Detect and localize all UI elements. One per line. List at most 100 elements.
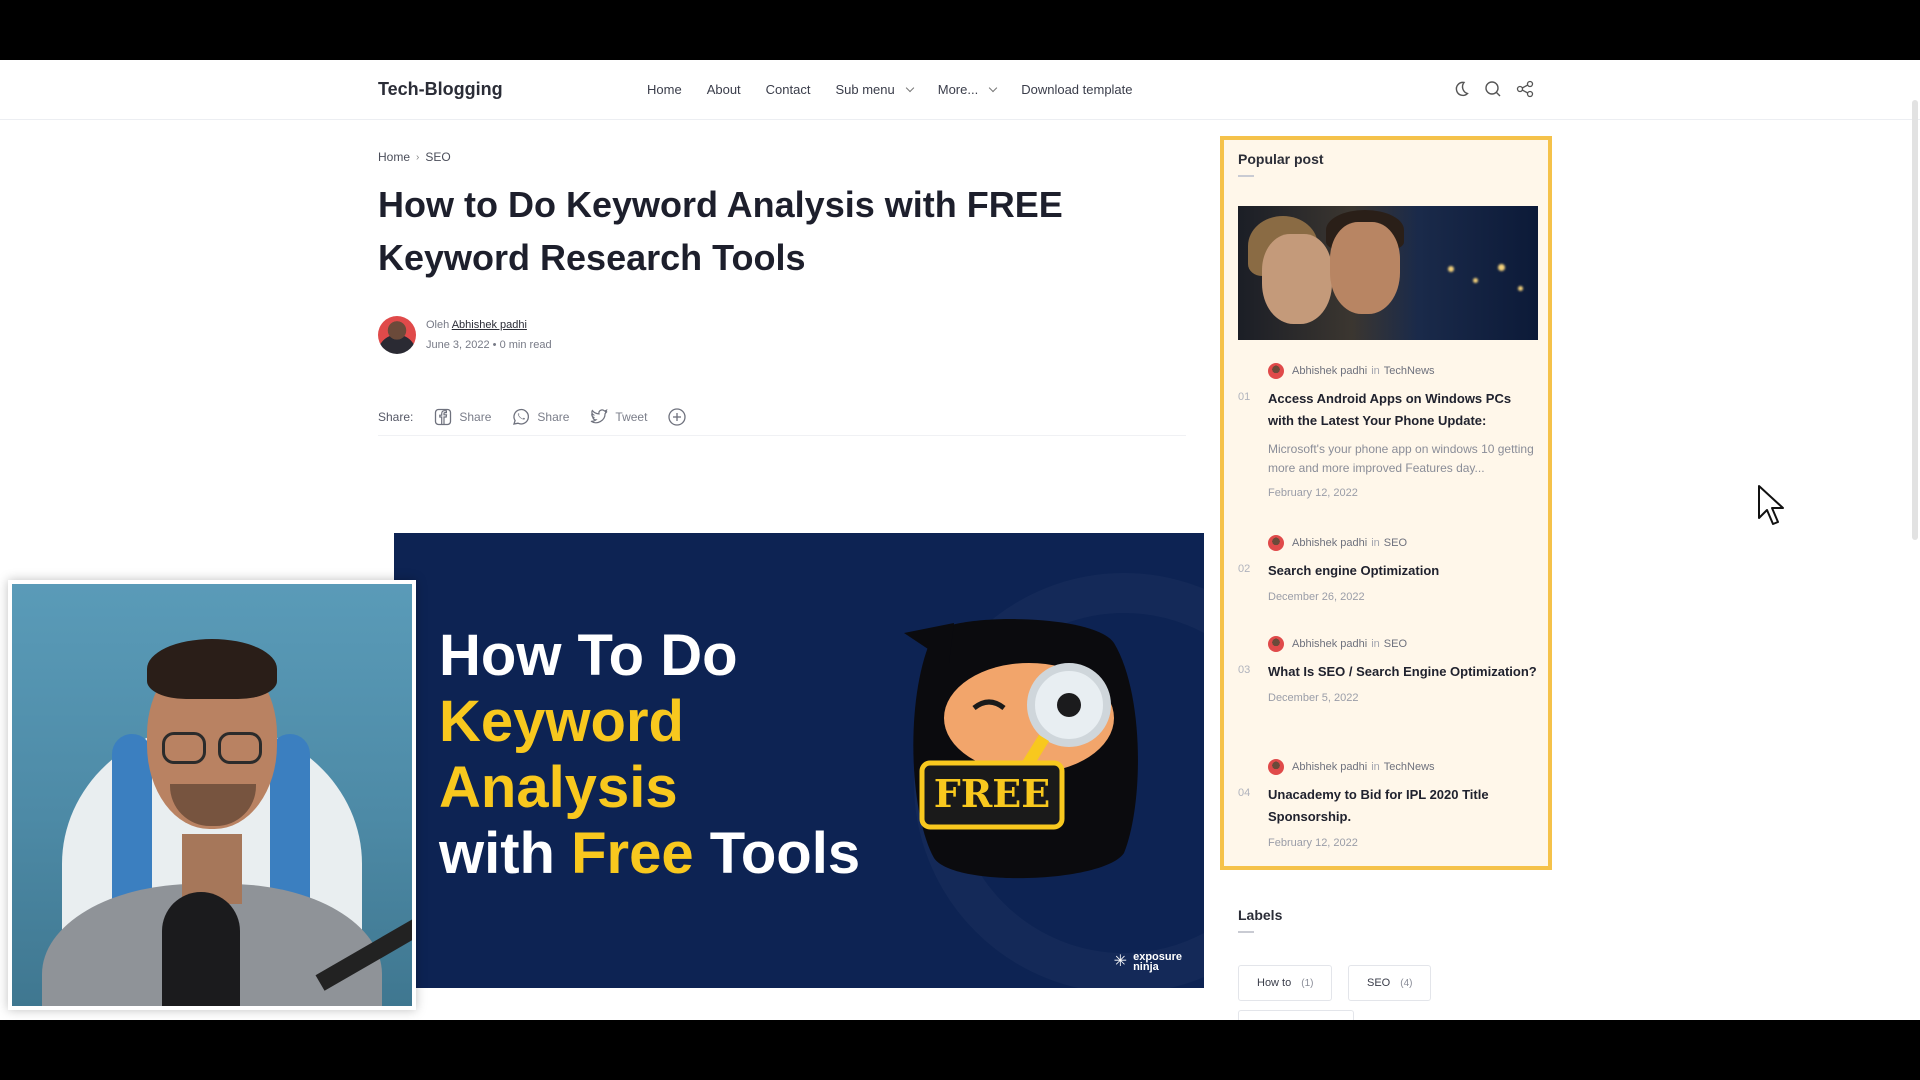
author-link[interactable]: Abhishek padhi bbox=[452, 319, 527, 331]
breadcrumb-home[interactable]: Home bbox=[378, 150, 410, 164]
post-author[interactable]: Abhishek padhi bbox=[1292, 638, 1367, 650]
label-count: (1) bbox=[1301, 977, 1314, 989]
hero-headline: How To Do Keyword Analysis with Free Too… bbox=[439, 623, 860, 887]
share-facebook-label: Share bbox=[459, 409, 492, 424]
popular-post-thumbnail[interactable] bbox=[1238, 206, 1538, 340]
page-scrollbar[interactable] bbox=[1912, 100, 1918, 540]
post-date: February 12, 2022 bbox=[1268, 837, 1358, 849]
author-block: Oleh Abhishek padhi June 3, 2022 • 0 min… bbox=[378, 315, 552, 355]
nav-about-label: About bbox=[706, 82, 741, 97]
post-body: Abhishek padhi in SEO What Is SEO / Search… bbox=[1268, 636, 1538, 704]
post-category[interactable]: SEO bbox=[1384, 537, 1407, 549]
article-title-line2: Keyword Research Tools bbox=[378, 237, 806, 278]
nav-download-template[interactable]: Download template bbox=[1021, 82, 1132, 97]
nav-contact-label: Contact bbox=[765, 82, 811, 97]
post-date: February 12, 2022 bbox=[1268, 487, 1358, 499]
nav-home[interactable]: Home bbox=[647, 82, 682, 97]
thumbnail-light bbox=[1518, 286, 1523, 291]
nav-download-label: Download template bbox=[1021, 82, 1133, 97]
avatar bbox=[1268, 759, 1284, 775]
label-name: SEO bbox=[1367, 977, 1391, 989]
breadcrumb-seo[interactable]: SEO bbox=[425, 150, 450, 164]
thumbnail-light bbox=[1473, 278, 1478, 283]
nav-sub-menu[interactable]: Sub menu bbox=[835, 82, 914, 97]
chevron-down-icon bbox=[905, 83, 914, 92]
chevron-right-icon: › bbox=[416, 151, 420, 163]
post-body: Abhishek padhi in SEO Search engine Optimi… bbox=[1268, 535, 1538, 603]
share-facebook-button[interactable]: Share bbox=[433, 407, 491, 427]
presenter-video bbox=[12, 584, 412, 1006]
search-icon[interactable] bbox=[1484, 80, 1502, 98]
facebook-icon bbox=[435, 408, 452, 425]
header-icons bbox=[1452, 80, 1534, 98]
nav-more[interactable]: More... bbox=[937, 82, 998, 97]
popular-post-item[interactable]: 02 Abhishek padhi in SEO Search engine Opt… bbox=[1238, 535, 1538, 603]
share-icon[interactable] bbox=[1516, 80, 1534, 98]
post-meta: Abhishek padhi in TechNews bbox=[1268, 759, 1538, 775]
post-author[interactable]: Abhishek padhi bbox=[1292, 537, 1367, 549]
share-whatsapp-label: Share bbox=[537, 409, 570, 424]
hero-line4: with Free Tools bbox=[439, 821, 860, 887]
breadcrumb: Home › SEO bbox=[378, 150, 451, 164]
nav-about[interactable]: About bbox=[707, 82, 741, 97]
moon-icon[interactable] bbox=[1452, 80, 1470, 98]
mouse-cursor-icon bbox=[1758, 485, 1784, 525]
post-title[interactable]: What Is SEO / Search Engine Optimization… bbox=[1268, 661, 1538, 683]
hero-line4-end: Tools bbox=[693, 821, 861, 886]
post-in: in bbox=[1371, 537, 1380, 549]
main-nav: Home About Contact Sub menu More... Down… bbox=[647, 82, 1158, 97]
thumbnail-figure bbox=[1262, 234, 1332, 324]
share-more-button[interactable] bbox=[667, 407, 687, 427]
share-whatsapp-button[interactable]: Share bbox=[511, 407, 569, 427]
thumbnail-figure bbox=[1330, 222, 1400, 314]
post-title[interactable]: Access Android Apps on Windows PCs with … bbox=[1268, 388, 1538, 432]
label-chip-seo[interactable]: SEO (4) bbox=[1348, 965, 1432, 1001]
share-label: Share: bbox=[378, 409, 414, 424]
avatar bbox=[1268, 363, 1284, 379]
popular-post-item[interactable]: 03 Abhishek padhi in SEO What Is SEO / Sea… bbox=[1238, 636, 1538, 704]
avatar bbox=[1268, 636, 1284, 652]
post-date: December 26, 2022 bbox=[1268, 591, 1365, 603]
post-title[interactable]: Unacademy to Bid for IPL 2020 Title Spon… bbox=[1268, 784, 1538, 828]
hero-free-badge: FREE bbox=[934, 771, 1051, 816]
post-category[interactable]: TechNews bbox=[1384, 761, 1435, 773]
post-body: Abhishek padhi in TechNews Access Android … bbox=[1268, 363, 1538, 499]
hero-line2: Keyword bbox=[439, 689, 684, 754]
post-date: June 3, 2022 bbox=[426, 339, 490, 351]
post-title[interactable]: Search engine Optimization bbox=[1268, 560, 1538, 582]
nav-contact[interactable]: Contact bbox=[766, 82, 811, 97]
hero-line4-start: with bbox=[439, 821, 572, 886]
label-chip-partial[interactable] bbox=[1238, 1010, 1354, 1020]
hero-line4-highlight: Free bbox=[571, 821, 694, 886]
post-body: Abhishek padhi in TechNews Unacademy to Bi… bbox=[1268, 759, 1538, 849]
post-in: in bbox=[1371, 761, 1380, 773]
ninja-mascot-illustration: FREE bbox=[904, 619, 1138, 879]
article-title-line1: How to Do Keyword Analysis with FREE bbox=[378, 184, 1063, 225]
site-logo[interactable]: Tech-Blogging bbox=[378, 79, 503, 100]
nav-more-label: More... bbox=[937, 82, 979, 97]
avatar[interactable] bbox=[378, 316, 416, 354]
popular-post-item[interactable]: 01 Abhishek padhi in TechNews Access Andro… bbox=[1238, 363, 1538, 499]
share-twitter-button[interactable]: Tweet bbox=[589, 407, 647, 427]
popular-post-item[interactable]: 04 Abhishek padhi in TechNews Unacademy to… bbox=[1238, 759, 1538, 849]
post-author[interactable]: Abhishek padhi bbox=[1292, 761, 1367, 773]
post-author[interactable]: Abhishek padhi bbox=[1292, 365, 1367, 377]
labels-heading: Labels bbox=[1238, 907, 1282, 933]
post-date: December 5, 2022 bbox=[1268, 692, 1359, 704]
post-rank: 02 bbox=[1238, 563, 1251, 575]
popular-post-heading: Popular post bbox=[1238, 151, 1324, 177]
brand-text: exposure ninja bbox=[1133, 952, 1182, 973]
hero-line1: How To Do bbox=[439, 623, 738, 688]
article-hero-image: How To Do Keyword Analysis with Free Too… bbox=[394, 533, 1204, 988]
share-row: Share: Share Share Tweet bbox=[378, 398, 1186, 436]
post-category[interactable]: TechNews bbox=[1384, 365, 1435, 377]
brand-line2: ninja bbox=[1133, 961, 1159, 973]
glasses-shape bbox=[162, 732, 206, 764]
microphone-shape bbox=[162, 892, 240, 1006]
post-rank: 01 bbox=[1238, 391, 1251, 403]
site-header: Tech-Blogging Home About Contact Sub men… bbox=[0, 60, 1920, 120]
post-category[interactable]: SEO bbox=[1384, 638, 1407, 650]
avatar bbox=[1268, 535, 1284, 551]
glasses-shape bbox=[218, 732, 262, 764]
label-chip-how-to[interactable]: How to (1) bbox=[1238, 965, 1333, 1001]
